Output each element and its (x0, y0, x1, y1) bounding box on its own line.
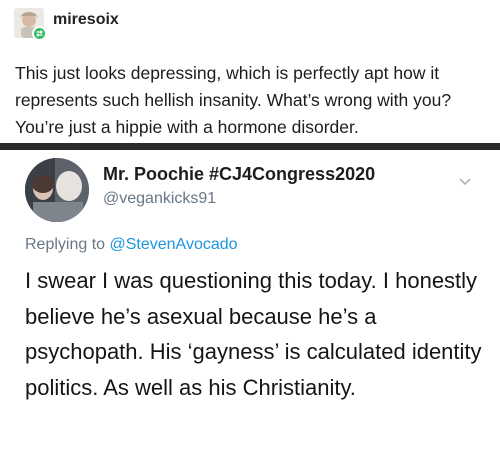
chevron-down-icon[interactable] (458, 174, 472, 192)
tumblr-username[interactable]: miresoix (53, 11, 119, 29)
tweet-text: I swear I was questioning this today. I … (25, 268, 482, 400)
tweet-card: Mr. Poochie #CJ4Congress2020 @vegankicks… (0, 150, 500, 454)
tweet-avatar[interactable] (25, 158, 89, 222)
tumblr-post: miresoix This just looks depressing, whi… (0, 0, 500, 143)
replying-to-mention[interactable]: @StevenAvocado (110, 236, 238, 253)
reblog-badge-icon (32, 26, 47, 41)
replying-to-label: Replying to (25, 236, 106, 253)
post-divider (0, 143, 500, 150)
tumblr-post-body: This just looks depressing, which is per… (15, 63, 452, 137)
tweet-display-name[interactable]: Mr. Poochie #CJ4Congress2020 (103, 164, 375, 185)
tweet-handle[interactable]: @vegankicks91 (103, 190, 216, 208)
replying-to: Replying to @StevenAvocado (25, 236, 238, 254)
